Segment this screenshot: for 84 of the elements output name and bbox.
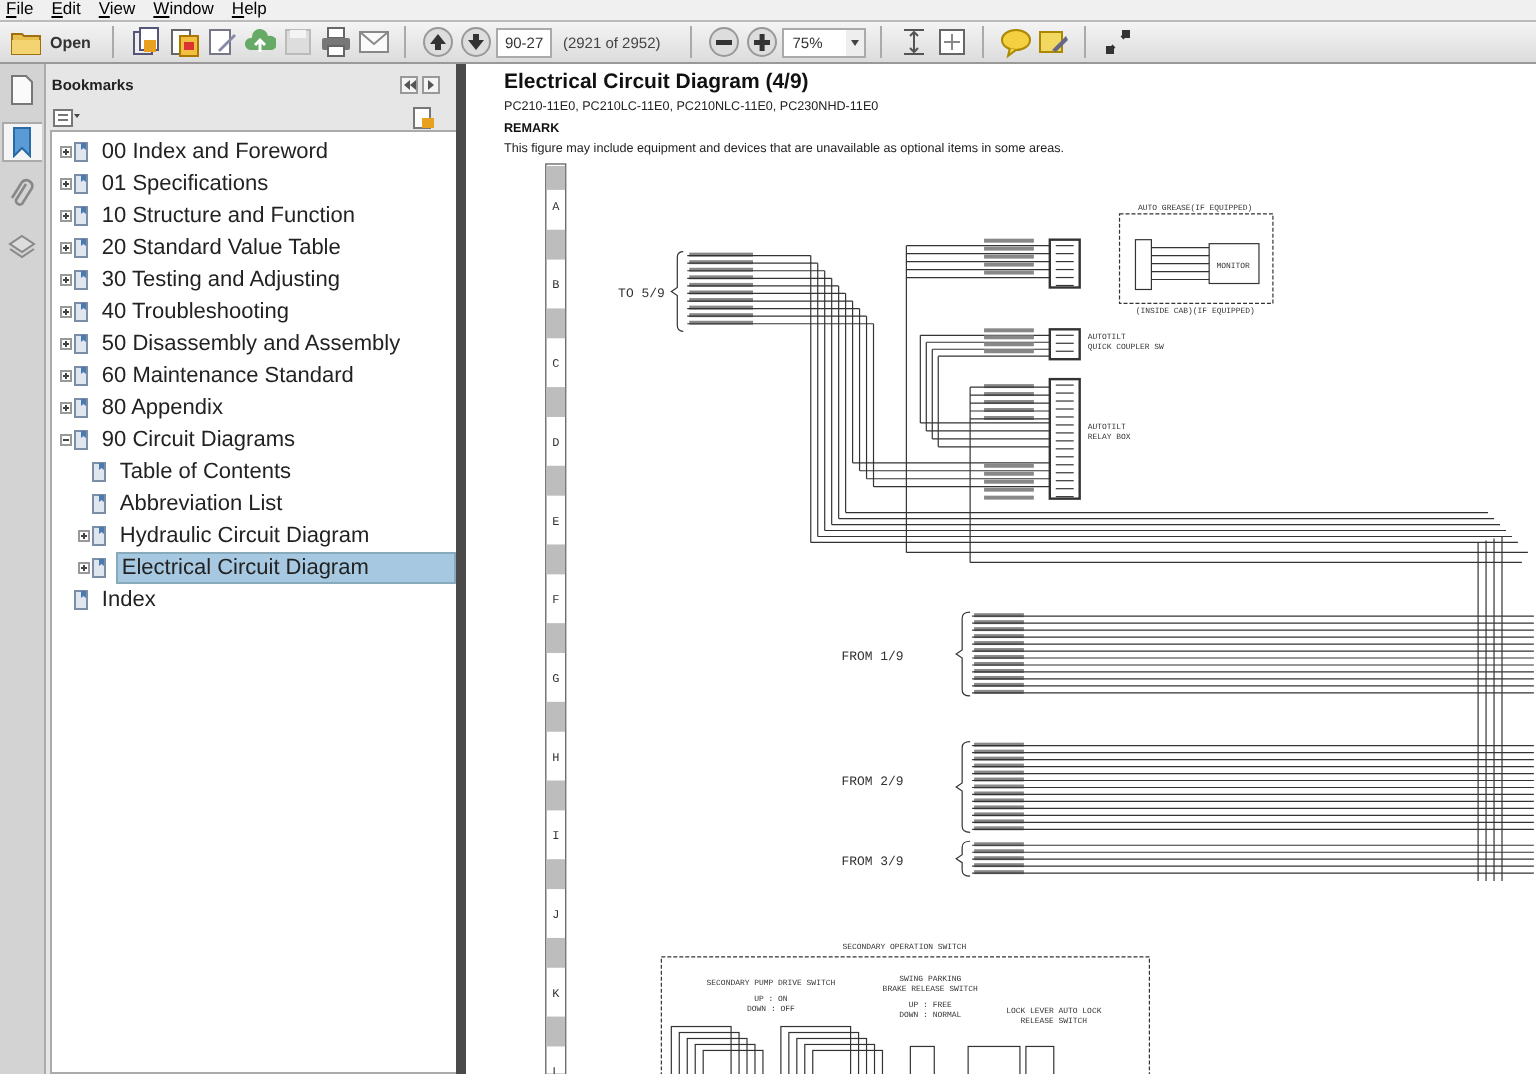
expand-toggle[interactable]: [59, 306, 72, 318]
bookmark-icon: [73, 270, 88, 290]
bookmark-item[interactable]: Table of Contents: [115, 458, 296, 486]
bookmark-item[interactable]: 80 Appendix: [97, 394, 227, 422]
bookmark-item[interactable]: Electrical Circuit Diagram: [115, 552, 457, 584]
bookmark-icon: [73, 430, 88, 450]
layers-icon: [5, 230, 38, 262]
expand-icon: [1101, 26, 1134, 58]
double-caret-icon: [402, 77, 417, 91]
expand-toggle[interactable]: [59, 242, 72, 254]
expand-toggle[interactable]: [59, 370, 72, 382]
bookmark-icon: [91, 494, 106, 514]
bookmark-item[interactable]: 00 Index and Foreword: [97, 138, 333, 166]
menu-item[interactable]: Help: [231, 0, 267, 18]
bookmark-icon: [73, 238, 88, 258]
collapse-button[interactable]: [400, 75, 419, 93]
page-icon: [5, 74, 38, 106]
bookmark-item[interactable]: 90 Circuit Diagrams: [97, 426, 299, 454]
bookmark-icon: [73, 206, 88, 226]
paperclip-icon: [5, 178, 38, 210]
comment-button[interactable]: [998, 25, 1033, 59]
bookmark-icon: [73, 366, 88, 386]
speech-bubble-icon: [999, 26, 1032, 58]
expand-button[interactable]: [422, 75, 441, 93]
zoom-out-icon: [707, 26, 740, 58]
edit-icon: [205, 26, 238, 58]
menu-item[interactable]: View: [98, 0, 136, 18]
expand-toggle[interactable]: [59, 402, 72, 414]
menu-item[interactable]: Window: [153, 0, 214, 18]
expand-toggle[interactable]: [59, 178, 72, 190]
zoom-in-icon: [745, 26, 778, 58]
zoom-out-button[interactable]: [706, 25, 741, 59]
bookmark-icon: [73, 590, 88, 610]
email-icon: [357, 26, 390, 58]
expand-toggle[interactable]: [59, 338, 72, 350]
bookmark-item[interactable]: 60 Maintenance Standard: [97, 362, 358, 390]
zoom-in-button[interactable]: [744, 25, 779, 59]
bookmark-item[interactable]: 01 Specifications: [97, 170, 273, 198]
full-screen-button[interactable]: [1100, 25, 1135, 59]
fit-width-button[interactable]: [934, 25, 969, 59]
email-button[interactable]: [356, 25, 391, 59]
print-button[interactable]: [318, 25, 353, 59]
expand-toggle[interactable]: [77, 530, 90, 542]
bookmark-icon: [91, 558, 106, 578]
bookmarks-tab[interactable]: [1, 122, 42, 162]
bookmark-item[interactable]: Abbreviation List: [115, 490, 287, 518]
bookmark-item[interactable]: 20 Standard Value Table: [97, 234, 345, 262]
bookmark-item[interactable]: 40 Troubleshooting: [97, 298, 293, 326]
bookmark-icon: [91, 526, 106, 546]
bookmark-icon: [73, 142, 88, 162]
page-title: Electrical Circuit Diagram (4/9): [504, 70, 811, 94]
cloud-upload-icon: [243, 26, 276, 58]
sign-button[interactable]: [1036, 25, 1071, 59]
combine-button[interactable]: [166, 25, 201, 59]
bookmark-icon: [91, 462, 106, 482]
previous-page-button[interactable]: [420, 25, 455, 59]
documents-icon: [167, 26, 200, 58]
dropdown-caret-icon: [846, 29, 865, 55]
collapse-toggle[interactable]: [59, 434, 72, 446]
bookmark-icon: [73, 302, 88, 322]
bookmark-item[interactable]: Hydraulic Circuit Diagram: [115, 522, 374, 550]
bookmark-item[interactable]: Index: [97, 586, 160, 614]
pages-icon: [129, 26, 162, 58]
create-button[interactable]: [128, 25, 163, 59]
open-button[interactable]: Open: [6, 25, 99, 59]
print-icon: [319, 26, 352, 58]
menu-item[interactable]: Edit: [51, 0, 81, 18]
expand-toggle[interactable]: [59, 146, 72, 158]
bookmark-icon: [73, 334, 88, 354]
edit-button[interactable]: [204, 25, 239, 59]
menu-item[interactable]: File: [6, 0, 34, 18]
bookmark-item[interactable]: 50 Disassembly and Assembly: [97, 330, 405, 358]
bookmark-item[interactable]: 10 Structure and Function: [97, 202, 359, 230]
bookmark-icon: [73, 398, 88, 418]
caret-icon: [424, 77, 439, 91]
bookmark-item[interactable]: 30 Testing and Adjusting: [97, 266, 344, 294]
bookmark-icon: [73, 174, 88, 194]
highlighter-icon: [1037, 26, 1070, 58]
next-page-button[interactable]: [458, 25, 493, 59]
expand-toggle[interactable]: [59, 274, 72, 286]
expand-toggle[interactable]: [77, 562, 90, 574]
save-icon: [281, 26, 314, 58]
fit-width-icon: [935, 26, 968, 58]
expand-toggle[interactable]: [59, 210, 72, 222]
